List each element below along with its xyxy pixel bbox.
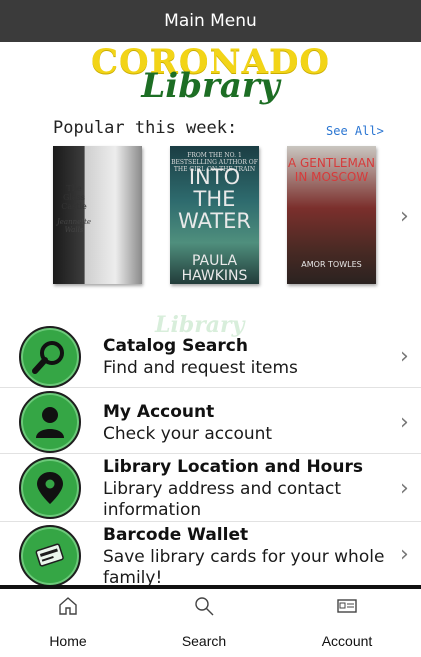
menu-item-catalog-search[interactable]: Catalog Search Find and request items › [0, 322, 421, 388]
book-author: PAULA HAWKINS [181, 253, 248, 284]
nav-tab-search[interactable]: Search [164, 589, 244, 657]
magnifier-icon [19, 326, 81, 388]
person-icon [19, 391, 81, 453]
menu-item-title: Catalog Search [103, 336, 248, 356]
chevron-right-icon: › [400, 542, 409, 567]
chevron-right-icon: › [400, 344, 409, 369]
nav-label-home: Home [49, 633, 87, 649]
app-title-bar: Main Menu [0, 0, 421, 42]
page-title: Main Menu [164, 11, 257, 31]
bottom-navigation: Home Search Account [0, 589, 421, 657]
menu-item-subtitle: Save library cards for your whole family… [103, 547, 385, 585]
see-all-link[interactable]: See All> [326, 124, 384, 138]
menu-item-subtitle: Find and request items [103, 358, 298, 378]
book-author: Jeannette Walls [56, 218, 92, 234]
nav-tab-home[interactable]: Home [28, 589, 108, 657]
coronado-library-logo: CORONADO Library [0, 42, 421, 108]
menu-item-my-account[interactable]: My Account Check your account › [0, 388, 421, 454]
menu-item-subtitle: Library address and contact information [103, 479, 342, 520]
book-cover-glass-castle[interactable]: The Glass Castle Jeannette Walls [53, 146, 142, 284]
book-title: INTO THE WATER [177, 165, 252, 233]
logo-line-library: Library [141, 66, 280, 106]
nav-tab-account[interactable]: Account [307, 589, 387, 657]
book-title: The Glass Castle [61, 184, 87, 211]
menu-item-title: Barcode Wallet [103, 525, 249, 545]
menu-item-title: Library Location and Hours [103, 457, 363, 477]
nav-label-search: Search [181, 633, 227, 649]
search-icon [195, 597, 214, 616]
book-title: A GENTLEMAN IN MOSCOW [287, 156, 376, 184]
book-cover-into-the-water[interactable]: FROM THE NO. 1 BESTSELLING AUTHOR OF THE… [170, 146, 259, 284]
menu-item-location-hours[interactable]: Library Location and Hours Library addre… [0, 454, 421, 522]
chevron-right-icon: › [400, 476, 409, 501]
map-pin-icon [19, 457, 81, 519]
menu-item-barcode-wallet[interactable]: Barcode Wallet Save library cards for yo… [0, 522, 421, 585]
carousel-next-chevron-icon[interactable]: › [400, 204, 409, 229]
home-icon [59, 597, 77, 615]
popular-section-title: Popular this week: [53, 118, 238, 138]
menu-item-subtitle: Check your account [103, 424, 273, 444]
library-card-icon [19, 525, 81, 585]
book-cover-gentleman-in-moscow[interactable]: A GENTLEMAN IN MOSCOW AMOR TOWLES [287, 146, 376, 284]
book-author: AMOR TOWLES [301, 260, 362, 269]
nav-label-account: Account [321, 633, 373, 649]
menu-item-title: My Account [103, 402, 215, 422]
chevron-right-icon: › [400, 410, 409, 435]
id-card-icon [337, 599, 357, 613]
